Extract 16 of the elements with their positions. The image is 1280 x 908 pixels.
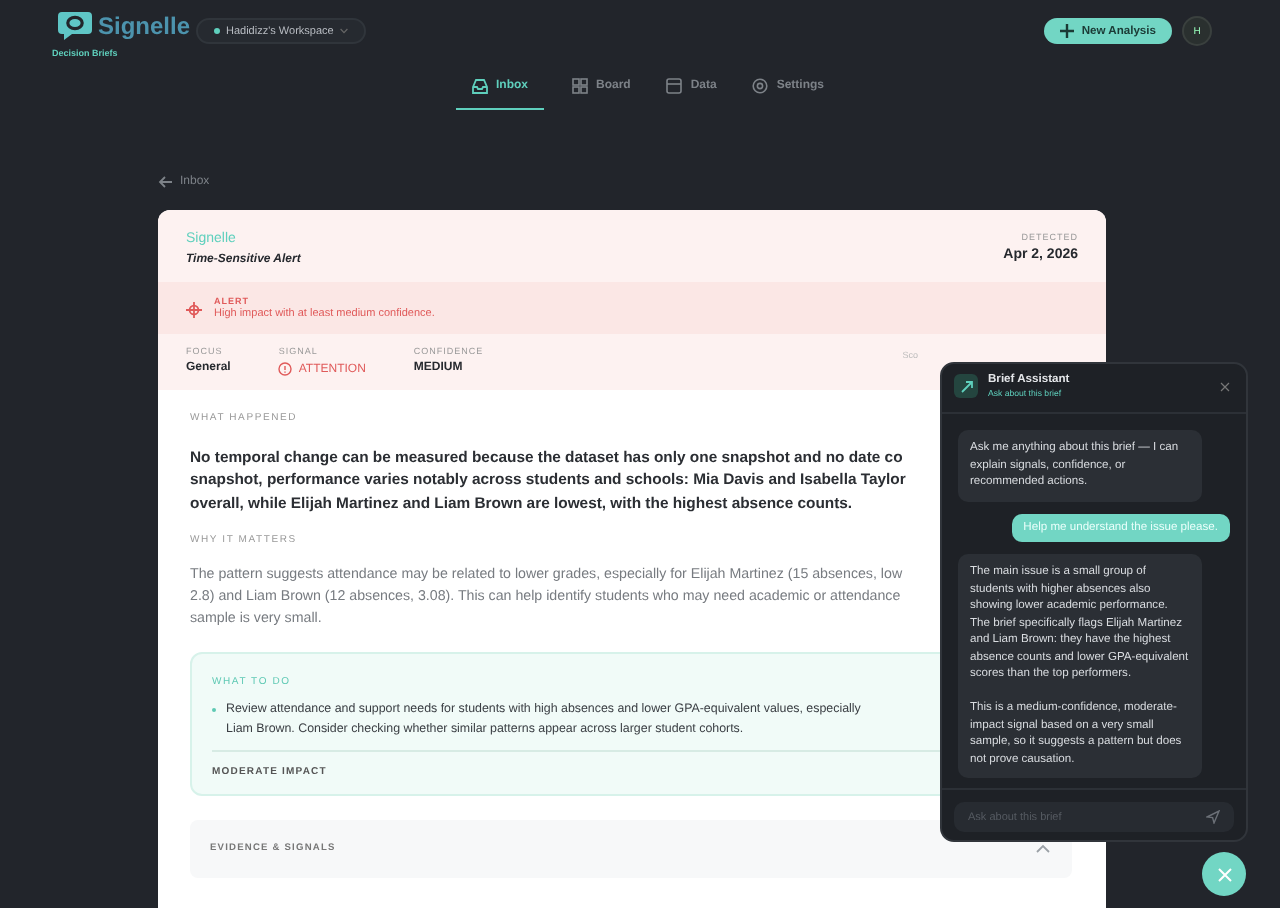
send-icon[interactable] xyxy=(1206,810,1220,824)
logo-icon xyxy=(58,12,92,40)
close-icon[interactable] xyxy=(1220,381,1230,391)
arrow-left-icon xyxy=(158,176,172,188)
logo-text: Signelle xyxy=(98,12,191,40)
settings-icon xyxy=(752,78,769,94)
close-icon xyxy=(1217,867,1231,881)
plus-icon xyxy=(1059,24,1074,38)
assistant-icon xyxy=(954,374,978,398)
info-icon xyxy=(278,362,293,376)
table-icon xyxy=(666,78,683,94)
chevron-down-icon xyxy=(339,28,348,34)
inbox-icon xyxy=(471,78,488,94)
alert-icon xyxy=(186,302,202,318)
close-chat-button[interactable] xyxy=(1202,852,1246,896)
grid-icon xyxy=(571,78,588,94)
